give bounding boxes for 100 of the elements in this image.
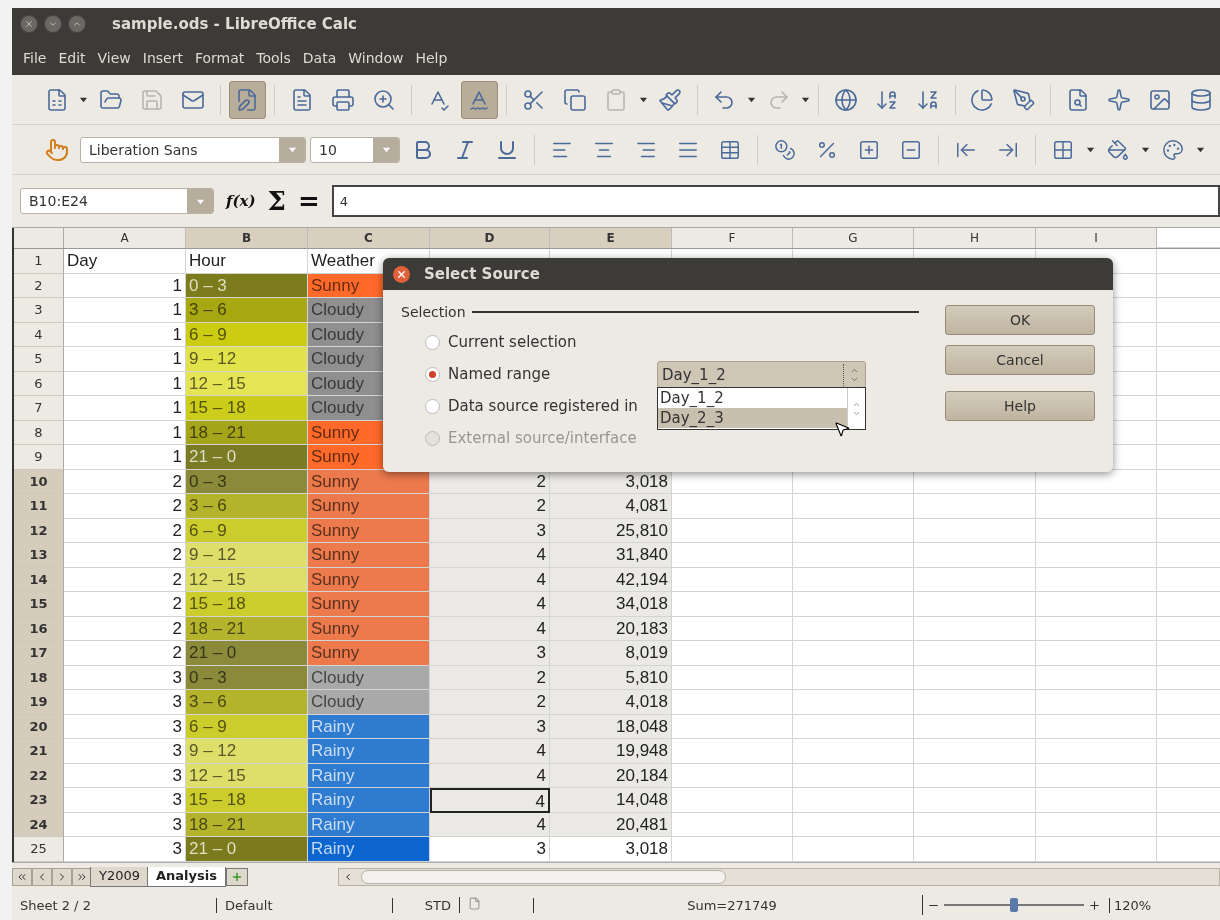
- menu-item[interactable]: Edit: [53, 45, 91, 70]
- column-header[interactable]: B: [186, 228, 308, 248]
- dialog-button[interactable]: OK: [945, 305, 1095, 335]
- spellcheck-underline-button[interactable]: [460, 80, 499, 119]
- caret-icon[interactable]: [638, 95, 648, 104]
- row-header[interactable]: 9: [14, 445, 64, 470]
- option-label[interactable]: Named range: [448, 365, 551, 383]
- table-cell: Rainy: [308, 739, 430, 764]
- menu-item[interactable]: File: [18, 45, 52, 70]
- list-option[interactable]: Day_2_3: [658, 408, 847, 428]
- row-header[interactable]: 3: [14, 298, 64, 323]
- row-header[interactable]: 23: [14, 788, 64, 813]
- row-header[interactable]: 11: [14, 494, 64, 519]
- table-cell: 3: [430, 518, 550, 543]
- option-label[interactable]: Data source registered in: [448, 397, 638, 415]
- column-header[interactable]: G: [793, 228, 914, 248]
- pencil-document-button[interactable]: [228, 80, 267, 119]
- radio-button[interactable]: [425, 398, 440, 414]
- named-range-combo[interactable]: Day_1_2: [657, 361, 866, 388]
- row-header[interactable]: 24: [14, 812, 64, 837]
- menu-item[interactable]: Data: [297, 45, 342, 70]
- name-box[interactable]: B10:E24: [20, 188, 214, 214]
- close-button[interactable]: [393, 265, 410, 283]
- column-header[interactable]: F: [672, 228, 793, 248]
- caret-icon[interactable]: [79, 95, 89, 104]
- formula-input[interactable]: 4: [331, 185, 1220, 217]
- caret-icon[interactable]: [747, 95, 757, 104]
- dialog-button[interactable]: Cancel: [945, 345, 1095, 375]
- sheet-tab[interactable]: Y2009: [90, 866, 150, 887]
- horizontal-scrollbar[interactable]: [338, 867, 1220, 886]
- row-header[interactable]: 8: [14, 420, 64, 445]
- menu-item[interactable]: View: [92, 45, 136, 70]
- row-header[interactable]: 18: [14, 665, 64, 690]
- caret-icon[interactable]: [1086, 145, 1095, 154]
- table-cell: 3: [430, 714, 550, 739]
- column-header[interactable]: C: [308, 228, 430, 248]
- font-size-field[interactable]: 10: [310, 136, 400, 163]
- formula-button[interactable]: =: [298, 186, 320, 216]
- row-header[interactable]: 21: [14, 739, 64, 764]
- column-header[interactable]: E: [550, 228, 672, 248]
- table-cell: 2: [64, 469, 186, 494]
- table-cell: 20,183: [550, 616, 672, 641]
- row-header[interactable]: 15: [14, 592, 64, 617]
- caret-icon[interactable]: [801, 95, 811, 104]
- caret-icon[interactable]: [1141, 145, 1150, 154]
- formula-button[interactable]: f(x): [226, 192, 256, 210]
- dialog-button[interactable]: Help: [945, 391, 1095, 421]
- zoom-slider-thumb[interactable]: [1010, 898, 1018, 912]
- row-header[interactable]: 1: [14, 249, 64, 274]
- table-cell: 3: [64, 763, 186, 788]
- scrollbar-thumb[interactable]: [361, 869, 726, 884]
- table-cell: 4: [430, 739, 550, 764]
- close-button[interactable]: [20, 15, 38, 33]
- row-header[interactable]: 20: [14, 714, 64, 739]
- next-sheet-button[interactable]: [52, 867, 72, 886]
- table-cell: 4: [430, 567, 550, 592]
- formula-button[interactable]: Σ: [267, 186, 286, 216]
- radio-button[interactable]: [425, 366, 440, 382]
- row-header[interactable]: 2: [14, 273, 64, 298]
- column-header[interactable]: D: [430, 228, 550, 248]
- first-sheet-button[interactable]: [12, 867, 32, 886]
- zoom-in-icon[interactable]: [1088, 898, 1101, 912]
- font-name-field[interactable]: Liberation Sans: [80, 136, 306, 163]
- menu-item[interactable]: Tools: [251, 45, 296, 70]
- table-cell: 2: [64, 494, 186, 519]
- column-header[interactable]: I: [1036, 228, 1157, 248]
- row-header[interactable]: 16: [14, 616, 64, 641]
- row-header[interactable]: 4: [14, 322, 64, 347]
- caret-icon[interactable]: [1196, 145, 1205, 154]
- maximize-button[interactable]: [68, 15, 86, 33]
- row-header[interactable]: 22: [14, 763, 64, 788]
- table-cell: 0 – 3: [186, 273, 308, 298]
- add-sheet-button[interactable]: [226, 867, 248, 886]
- row-header[interactable]: 25: [14, 837, 64, 862]
- table-cell: 2: [64, 543, 186, 568]
- option-label[interactable]: Current selection: [448, 333, 577, 351]
- column-header[interactable]: A: [64, 228, 186, 248]
- row-header[interactable]: 10: [14, 469, 64, 494]
- menu-item[interactable]: Format: [189, 45, 250, 70]
- radio-button[interactable]: [425, 334, 440, 350]
- table-cell: 1: [64, 273, 186, 298]
- window-title: sample.ods - LibreOffice Calc: [112, 15, 357, 33]
- chevron-left-icon[interactable]: [343, 871, 353, 882]
- column-header[interactable]: H: [914, 228, 1036, 248]
- row-header[interactable]: 19: [14, 690, 64, 715]
- row-header[interactable]: 13: [14, 543, 64, 568]
- menu-item[interactable]: Help: [410, 45, 453, 70]
- menu-item[interactable]: Insert: [137, 45, 188, 70]
- row-header[interactable]: 6: [14, 371, 64, 396]
- row-header[interactable]: 7: [14, 396, 64, 421]
- row-header[interactable]: 14: [14, 567, 64, 592]
- sum-display: Sum=271749: [533, 897, 922, 913]
- last-sheet-button[interactable]: [72, 867, 92, 886]
- row-header[interactable]: 17: [14, 641, 64, 666]
- menu-item[interactable]: Window: [343, 45, 409, 70]
- row-header[interactable]: 12: [14, 518, 64, 543]
- row-header[interactable]: 5: [14, 347, 64, 372]
- minimize-button[interactable]: [44, 15, 62, 33]
- sheet-tab[interactable]: Analysis: [147, 866, 226, 887]
- previous-sheet-button[interactable]: [32, 867, 52, 886]
